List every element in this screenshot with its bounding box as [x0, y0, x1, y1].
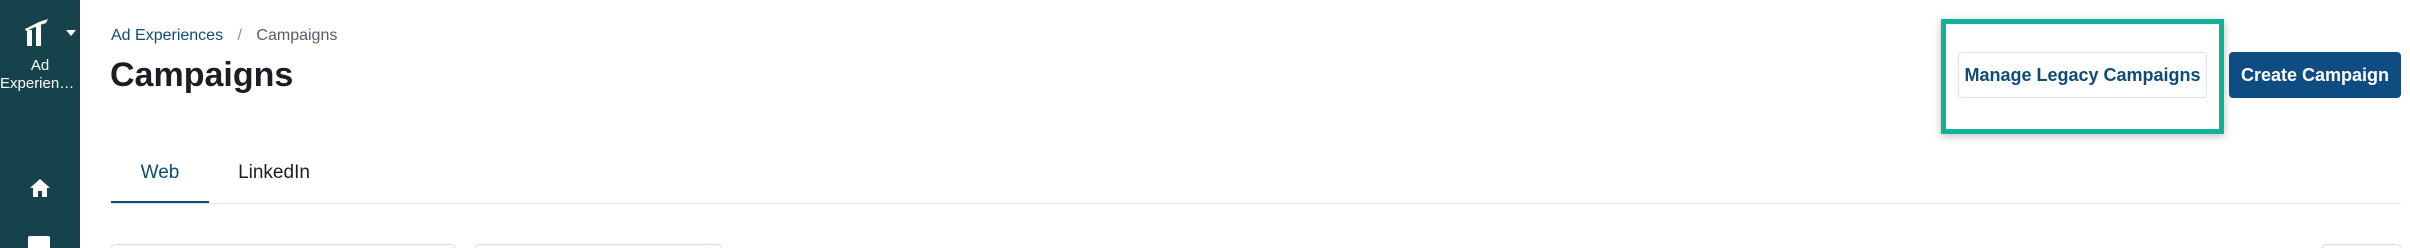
app-name-line-2: Experiences [0, 75, 80, 92]
breadcrumb: Ad Experiences / Campaigns [111, 26, 337, 46]
app-name-line-1: Ad [30, 57, 50, 74]
tab-web[interactable]: Web [111, 150, 209, 204]
breadcrumb-current: Campaigns [256, 27, 338, 44]
view-options-button[interactable] [2322, 244, 2401, 248]
filter-dropdown[interactable] [475, 244, 722, 248]
page-title: Campaigns [110, 56, 294, 94]
chevron-down-icon[interactable] [66, 30, 76, 36]
create-campaign-button[interactable]: Create Campaign [2229, 52, 2401, 98]
sidebar: Ad Experiences [0, 0, 80, 248]
tab-linkedin[interactable]: LinkedIn [209, 150, 339, 204]
home-icon[interactable] [28, 176, 52, 200]
app-switcher-label[interactable]: Ad Experiences [0, 57, 80, 93]
app-root: Ad Experiences Ad Experiences / Campaign… [0, 0, 2410, 248]
breadcrumb-link-ad-experiences[interactable]: Ad Experiences [111, 27, 223, 44]
campaign-tabs: Web LinkedIn [111, 150, 339, 204]
breadcrumb-separator: / [237, 27, 242, 44]
bar-chart-logo-icon[interactable] [22, 16, 58, 52]
search-input[interactable] [111, 244, 455, 248]
bookmark-icon[interactable] [28, 236, 50, 248]
manage-legacy-campaigns-button[interactable]: Manage Legacy Campaigns [1958, 52, 2207, 98]
tabs-divider [111, 203, 2401, 204]
